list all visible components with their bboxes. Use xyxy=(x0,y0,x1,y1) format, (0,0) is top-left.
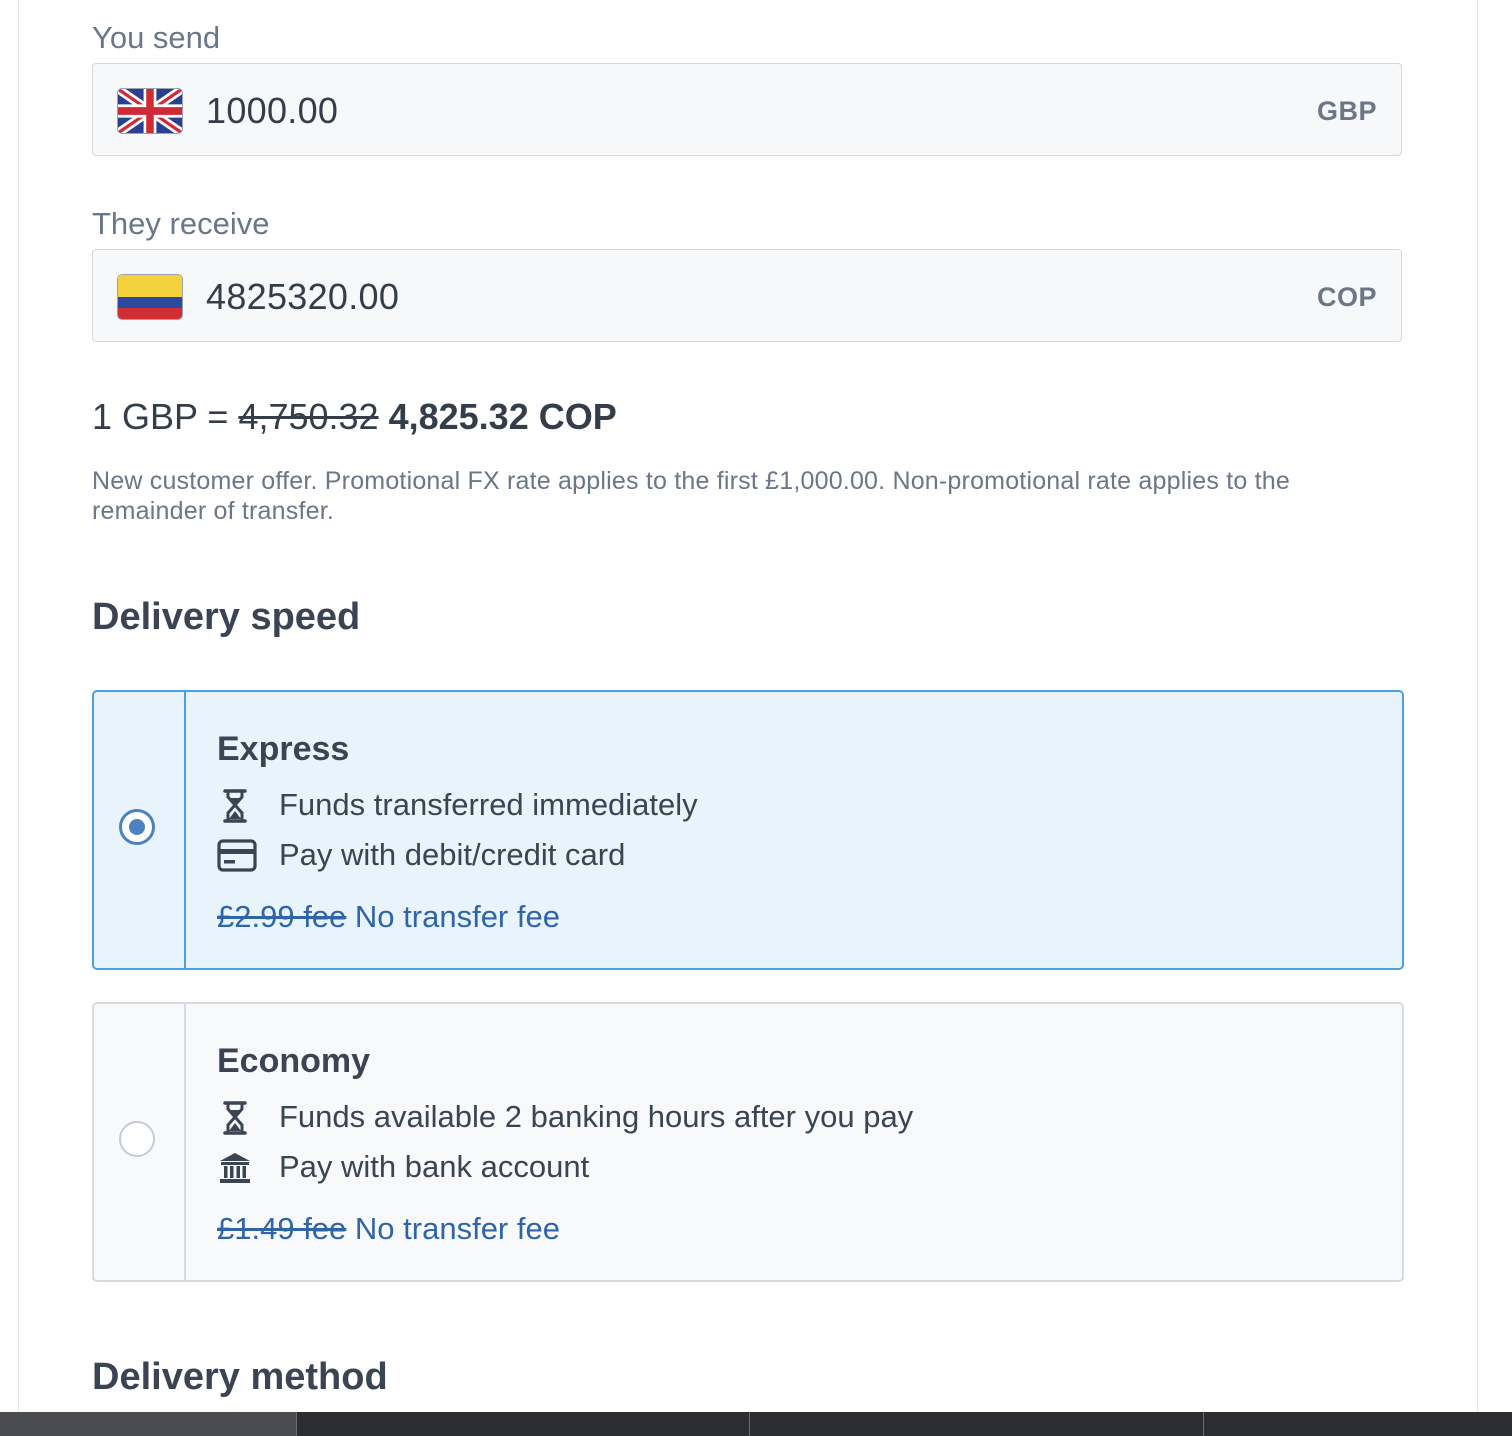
offer-note: New customer offer. Promotional FX rate … xyxy=(92,467,1290,525)
exchange-rate: 1 GBP = 4,750.32 4,825.32 COP xyxy=(92,396,617,438)
feature-text: Pay with debit/credit card xyxy=(279,837,626,872)
rate-new: 4,825.32 COP xyxy=(388,396,617,437)
colombia-flag-icon xyxy=(118,275,182,319)
delivery-method-heading: Delivery method xyxy=(92,1356,388,1398)
send-amount-value[interactable]: 1000.00 xyxy=(206,90,338,132)
receive-amount-value[interactable]: 4825320.00 xyxy=(206,276,399,318)
taskbar xyxy=(0,1412,1512,1436)
fee-old: £1.49 fee xyxy=(217,1211,347,1246)
radio-column[interactable] xyxy=(94,1004,186,1280)
option-title: Economy xyxy=(217,1042,371,1080)
fee-new: No transfer fee xyxy=(354,899,560,934)
express-radio[interactable] xyxy=(119,809,155,845)
taskbar-divider xyxy=(1203,1412,1204,1436)
fee-new: No transfer fee xyxy=(354,1211,560,1246)
send-label: You send xyxy=(92,20,221,55)
taskbar-tab[interactable] xyxy=(0,1412,296,1436)
credit-card-icon xyxy=(217,839,257,872)
bank-icon xyxy=(220,1153,250,1183)
send-currency-code[interactable]: GBP xyxy=(1317,96,1377,127)
fee-row: £1.49 fee No transfer fee xyxy=(217,1211,560,1247)
economy-radio[interactable] xyxy=(119,1121,155,1157)
fee-old: £2.99 fee xyxy=(217,899,347,934)
send-amount-field[interactable]: 1000.00 GBP xyxy=(92,63,1402,156)
speed-option-economy[interactable]: Economy Funds available 2 banking hours … xyxy=(92,1002,1404,1282)
receive-amount-field[interactable]: 4825320.00 COP xyxy=(92,249,1402,342)
hourglass-icon xyxy=(223,1101,247,1135)
taskbar-divider xyxy=(749,1412,750,1436)
receive-label: They receive xyxy=(92,206,270,241)
feature-text: Funds transferred immediately xyxy=(279,787,698,822)
hourglass-icon xyxy=(223,789,247,823)
uk-flag-icon xyxy=(118,89,182,133)
rate-prefix: 1 GBP = xyxy=(92,396,239,437)
option-title: Express xyxy=(217,730,350,768)
radio-column[interactable] xyxy=(94,692,186,968)
speed-option-express[interactable]: Express Funds transferred immediately Pa… xyxy=(92,690,1404,970)
rate-old: 4,750.32 xyxy=(238,396,379,437)
feature-text: Funds available 2 banking hours after yo… xyxy=(279,1099,914,1134)
taskbar-divider xyxy=(296,1412,297,1436)
delivery-speed-heading: Delivery speed xyxy=(92,596,361,638)
feature-text: Pay with bank account xyxy=(279,1149,590,1184)
receive-currency-code[interactable]: COP xyxy=(1317,282,1377,313)
fee-row: £2.99 fee No transfer fee xyxy=(217,899,560,935)
